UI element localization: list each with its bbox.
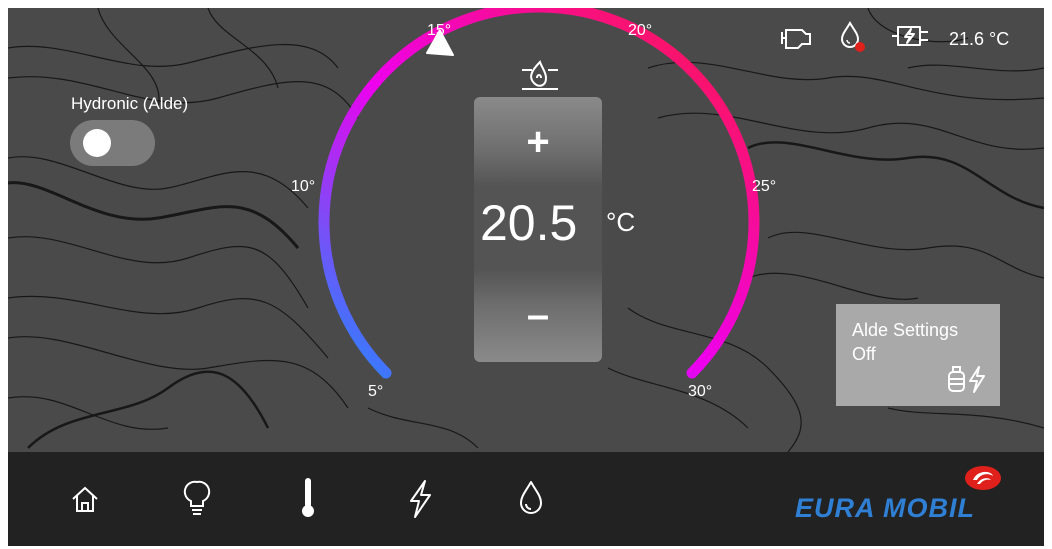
- decrease-temperature-button[interactable]: –: [474, 269, 602, 362]
- gas-bottle-icon: [948, 366, 965, 392]
- tick-label-20: 20°: [628, 22, 653, 39]
- alde-settings-card[interactable]: Alde Settings Off: [836, 304, 1000, 406]
- hydronic-label: Hydronic (Alde): [71, 94, 189, 113]
- alde-settings-state: Off: [852, 344, 876, 364]
- hydronic-toggle[interactable]: [70, 120, 155, 166]
- water-drop-icon[interactable]: [506, 474, 556, 524]
- brand-name: EURA MOBIL: [795, 493, 975, 523]
- home-icon[interactable]: [60, 474, 110, 524]
- water-drop-alert-icon: [840, 20, 865, 52]
- thermometer-icon[interactable]: [283, 474, 333, 524]
- lightning-icon[interactable]: [395, 474, 445, 524]
- plus-icon: +: [526, 119, 550, 164]
- eura-mobil-logo: [965, 466, 1001, 490]
- status-bar: 21.6 °C: [778, 20, 1040, 52]
- shore-power-icon: [892, 26, 928, 46]
- lightning-icon: [969, 366, 985, 393]
- bottom-navigation: EURA MOBIL: [8, 452, 1044, 546]
- toggle-knob: [83, 129, 111, 157]
- tick-label-30: 30°: [688, 383, 713, 400]
- increase-temperature-button[interactable]: +: [474, 97, 602, 187]
- fan-heater-icon: [522, 60, 558, 90]
- light-bulb-icon[interactable]: [172, 474, 222, 524]
- ambient-temperature: 21.6 °C: [949, 29, 1010, 49]
- minus-icon: –: [526, 293, 550, 337]
- engine-icon: [781, 29, 811, 49]
- tick-label-10: 10°: [291, 178, 316, 195]
- tick-label-5: 5°: [368, 383, 384, 400]
- setpoint-unit: °C: [606, 207, 636, 237]
- tick-label-15: 15°: [427, 22, 452, 39]
- setpoint-value: 20.5: [480, 195, 578, 251]
- alde-settings-title: Alde Settings: [852, 320, 959, 340]
- tick-label-25: 25°: [752, 178, 777, 195]
- heating-screen: 5° 10° 15° 20° 25° 30° + – 20.5 °C Hydro…: [8, 8, 1044, 546]
